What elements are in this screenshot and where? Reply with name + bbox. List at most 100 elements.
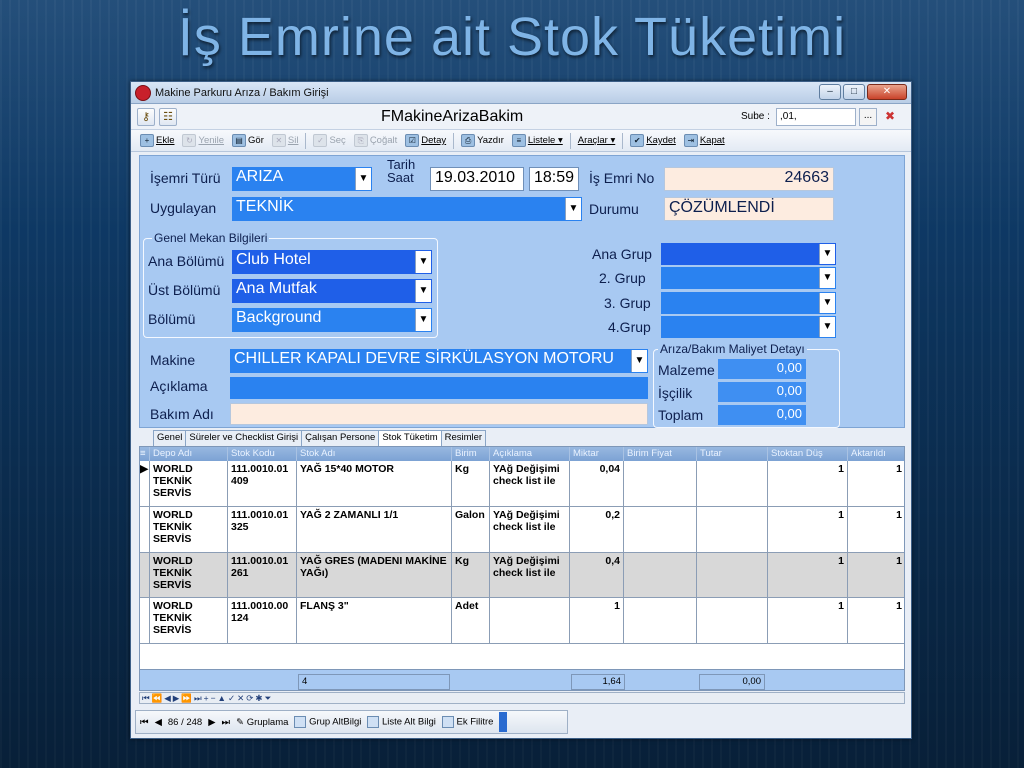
chevron-down-icon[interactable]: ▼ <box>819 317 835 337</box>
cell-ad[interactable]: YAĞ GRES (MADENI MAKİNE YAĞı) <box>297 553 452 597</box>
next-record-icon[interactable]: ▶ <box>173 693 180 704</box>
cell-birim[interactable]: Kg <box>452 553 490 597</box>
chevron-down-icon[interactable]: ▼ <box>819 268 835 288</box>
grup2-select[interactable]: ▼ <box>661 267 836 289</box>
users-icon[interactable]: ☷ <box>159 107 177 126</box>
bolumu-select[interactable]: Background ▼ <box>232 308 432 332</box>
cell-aciklama[interactable] <box>490 598 570 643</box>
cell-kod[interactable]: 111.0010.00 124 <box>228 598 297 643</box>
cell-ad[interactable]: YAĞ 15*40 MOTOR <box>297 461 452 506</box>
cancel-icon[interactable]: ✕ <box>237 693 244 704</box>
col-aktarildi[interactable]: Aktarıldı <box>848 447 904 461</box>
col-depo[interactable]: Depo Adı <box>150 447 228 461</box>
cell-aktarildi[interactable]: 1 <box>848 553 904 597</box>
cell-depo[interactable]: WORLD TEKNİK SERVİS <box>150 553 228 597</box>
tab-sureler[interactable]: Süreler ve Checklist Girişi <box>185 430 303 446</box>
cell-tutar[interactable] <box>697 507 768 552</box>
cell-miktar[interactable]: 0,04 <box>570 461 624 506</box>
cell-miktar[interactable]: 1 <box>570 598 624 643</box>
cell-kod[interactable]: 111.0010.01 409 <box>228 461 297 506</box>
cell-miktar[interactable]: 0,4 <box>570 553 624 597</box>
save-button[interactable]: ✔ Kaydet <box>627 134 679 147</box>
cell-birim-fiyat[interactable] <box>624 507 697 552</box>
chevron-down-icon[interactable]: ▼ <box>415 251 431 273</box>
chevron-down-icon[interactable]: ▼ <box>415 309 431 331</box>
table-row[interactable]: ▶ WORLD TEKNİK SERVİS 111.0010.01 409 YA… <box>140 461 904 507</box>
ana-grup-select[interactable]: ▼ <box>661 243 836 265</box>
tarih-input[interactable]: 19.03.2010 <box>430 167 524 191</box>
col-stok-adi[interactable]: Stok Adı <box>297 447 452 461</box>
prev-record-button-icon[interactable]: ◀ <box>155 717 162 728</box>
cell-birim-fiyat[interactable] <box>624 553 697 597</box>
maximize-button[interactable]: □ <box>843 84 865 100</box>
close-form-button[interactable]: ⇥ Kapat <box>681 134 728 147</box>
makine-select[interactable]: CHILLER KAPALI DEVRE SİRKÜLASYON MOTORU ▼ <box>230 349 648 373</box>
filter-icon[interactable]: ⏷ <box>264 693 271 704</box>
cell-birim-fiyat[interactable] <box>624 598 697 643</box>
refresh-grid-icon[interactable]: ⟳ <box>246 693 253 704</box>
liste-alt-bilgi-button[interactable]: Liste Alt Bilgi <box>367 716 436 728</box>
duplicate-button[interactable]: ⎘ Çoğalt <box>351 134 400 147</box>
col-stok-kodu[interactable]: Stok Kodu <box>228 447 297 461</box>
cell-aktarildi[interactable]: 1 <box>848 598 904 643</box>
next-record-button-icon[interactable]: ▶ <box>208 717 215 728</box>
grup3-select[interactable]: ▼ <box>661 292 836 314</box>
chevron-down-icon[interactable]: ▼ <box>819 293 835 313</box>
resize-grip[interactable] <box>499 712 508 732</box>
saat-input[interactable]: 18:59 <box>529 167 579 191</box>
cell-aktarildi[interactable]: 1 <box>848 507 904 552</box>
tab-stok-tuketim[interactable]: Stok Tüketim <box>378 430 442 446</box>
cell-birim[interactable]: Adet <box>452 598 490 643</box>
cell-ad[interactable]: YAĞ 2 ZAMANLI 1/1 <box>297 507 452 552</box>
grid-navigator[interactable]: ⏮ ⏪ ◀ ▶ ⏩ ⏭ + − ▲ ✓ ✕ ⟳ ✱ ⏷ <box>139 692 905 704</box>
next-page-icon[interactable]: ⏩ <box>181 693 192 704</box>
cell-stoktan[interactable]: 1 <box>768 553 848 597</box>
list-button[interactable]: ≡ Listele ▾ <box>509 134 566 147</box>
cell-aktarildi[interactable]: 1 <box>848 461 904 506</box>
bakim-adi-input[interactable] <box>230 403 648 425</box>
ana-bolumu-select[interactable]: Club Hotel ▼ <box>232 250 432 274</box>
detail-button[interactable]: ☑ Detay <box>402 134 449 147</box>
cell-depo[interactable]: WORLD TEKNİK SERVİS <box>150 507 228 552</box>
last-page-icon[interactable]: ⏭ <box>194 693 202 704</box>
minimize-button[interactable]: – <box>819 84 841 100</box>
prev-record-icon[interactable]: ◀ <box>164 693 171 704</box>
isemri-turu-select[interactable]: ARIZA ▼ <box>232 167 372 191</box>
chevron-down-icon[interactable]: ▼ <box>819 244 835 264</box>
col-stoktan-dus[interactable]: Stoktan Düş <box>768 447 848 461</box>
col-birim[interactable]: Birim <box>452 447 490 461</box>
chevron-down-icon[interactable]: ▼ <box>415 280 431 302</box>
clear-icon[interactable]: ✖ <box>885 109 895 123</box>
cell-aciklama[interactable]: YAğ Değişimi check list ile <box>490 461 570 506</box>
delete-record-icon[interactable]: − <box>211 693 216 703</box>
cell-tutar[interactable] <box>697 553 768 597</box>
first-page-icon[interactable]: ⏮ <box>142 693 150 704</box>
uygulayan-select[interactable]: TEKNİK ▼ <box>232 197 582 221</box>
tab-genel[interactable]: Genel <box>153 430 187 446</box>
table-row[interactable]: WORLD TEKNİK SERVİS 111.0010.01 261 YAĞ … <box>140 553 904 598</box>
cell-depo[interactable]: WORLD TEKNİK SERVİS <box>150 461 228 506</box>
key-icon[interactable]: ⚷ <box>137 107 155 126</box>
cell-kod[interactable]: 111.0010.01 325 <box>228 507 297 552</box>
insert-icon[interactable]: + <box>204 693 209 703</box>
print-button[interactable]: ⎙ Yazdır <box>458 134 507 147</box>
cell-birim-fiyat[interactable] <box>624 461 697 506</box>
cell-stoktan[interactable]: 1 <box>768 507 848 552</box>
sube-lookup-button[interactable]: ... <box>859 108 877 126</box>
col-aciklama[interactable]: Açıklama <box>490 447 570 461</box>
col-miktar[interactable]: Miktar <box>570 447 624 461</box>
col-tutar[interactable]: Tutar <box>697 447 768 461</box>
select-button[interactable]: ✓ Seç <box>310 134 348 147</box>
cell-birim[interactable]: Galon <box>452 507 490 552</box>
tools-button[interactable]: Araçlar ▾ <box>575 135 619 146</box>
cell-tutar[interactable] <box>697 461 768 506</box>
cell-stoktan[interactable]: 1 <box>768 598 848 643</box>
ust-bolumu-select[interactable]: Ana Mutfak ▼ <box>232 279 432 303</box>
cell-aciklama[interactable]: YAğ Değişimi check list ile <box>490 553 570 597</box>
bookmark-icon[interactable]: ✱ <box>255 693 262 704</box>
close-button[interactable]: ✕ <box>867 84 907 100</box>
cell-depo[interactable]: WORLD TEKNİK SERVİS <box>150 598 228 643</box>
tab-resimler[interactable]: Resimler <box>440 430 487 446</box>
grup4-select[interactable]: ▼ <box>661 316 836 338</box>
cell-ad[interactable]: FLANŞ 3" <box>297 598 452 643</box>
